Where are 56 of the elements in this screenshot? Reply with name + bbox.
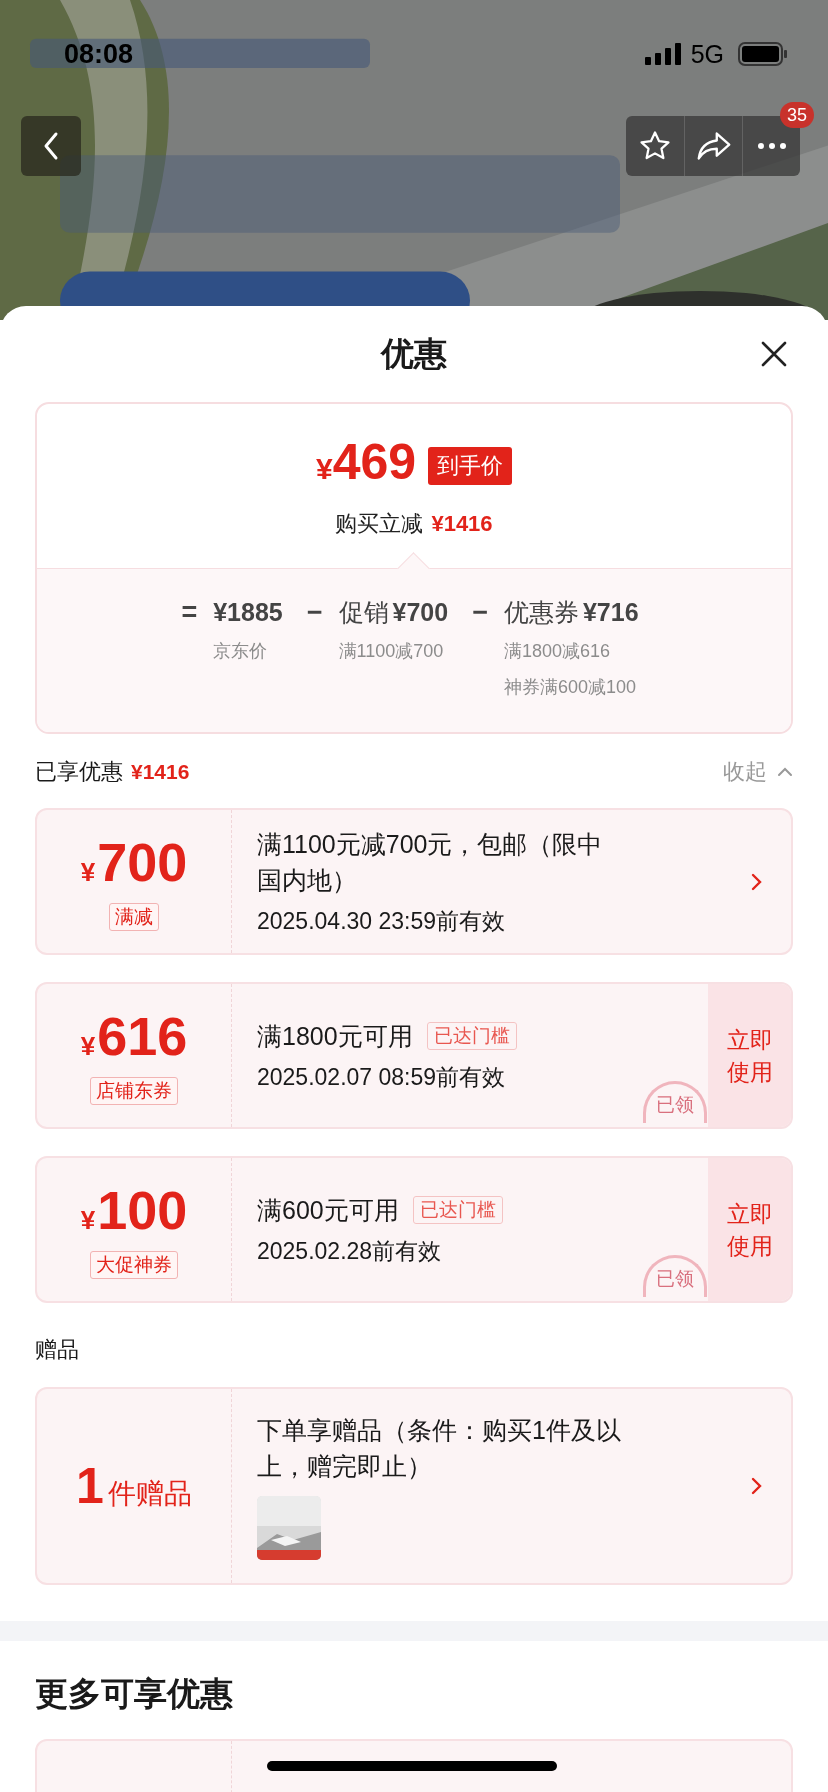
use-now-button[interactable]: 立即使用 (708, 984, 791, 1127)
threshold-tag: 已达门槛 (426, 1021, 517, 1050)
battery-icon (738, 42, 788, 66)
network-label: 5G (690, 39, 724, 69)
saving-label: 购买立减 (335, 510, 424, 538)
coupon-amount: ¥700 (80, 832, 188, 894)
breakdown-amount: ¥716 (582, 597, 639, 628)
breakdown-note: 京东价 (213, 640, 269, 663)
final-price-tag: 到手价 (428, 446, 513, 485)
gift-card[interactable]: 1件赠品 下单享赠品（条件：购买1件及以上，赠完即止） (35, 1387, 793, 1585)
coupon-card[interactable]: ¥700 满减 满1100元减700元，包邮（限中国内地） 2025.04.30 23:59前有效 (35, 808, 793, 955)
coupon-card[interactable]: ¥616 店铺东券 满1800元可用 已达门槛 2025.02.07 08:59前有效 已领 立即使用 (35, 982, 793, 1129)
coupon-amount: ¥100 (80, 1180, 188, 1242)
breakdown-amount: ¥700 (392, 597, 449, 628)
sheet-title: 优惠 (381, 333, 447, 374)
breakdown-amount: ¥1885 (213, 597, 283, 628)
chevron-right-icon (751, 871, 763, 892)
breakdown-note: 满1800减616 (503, 640, 611, 663)
threshold-tag: 已达门槛 (412, 1195, 503, 1224)
close-icon (760, 340, 788, 368)
gift-title: 下单享赠品（条件：购买1件及以上，赠完即止） (257, 1415, 622, 1482)
breakdown-note: 满1100减700 (338, 640, 445, 663)
gift-count: 1件赠品 (76, 1457, 192, 1515)
section-label: 已享优惠 (35, 758, 123, 786)
close-button[interactable] (760, 340, 788, 368)
saving-amount: ¥1416 (431, 511, 493, 537)
use-now-button[interactable]: 立即使用 (708, 1158, 791, 1301)
chevron-up-icon (777, 767, 793, 777)
chevron-right-icon (751, 1476, 763, 1496)
share-icon (695, 130, 732, 162)
coupon-title: 满1800元可用 (257, 1020, 413, 1052)
coupon-type-tag: 大促神券 (90, 1250, 178, 1279)
more-icon (756, 142, 787, 150)
coupon-validity: 2025.02.28前有效 (257, 1236, 443, 1266)
operator-sign: = (181, 596, 198, 629)
section-title: 更多可享优惠 (34, 1673, 234, 1714)
coupon-title: 满600元可用 (257, 1194, 399, 1226)
enjoyed-amount: ¥1416 (131, 760, 190, 784)
coupon-type-tag: 店铺东券 (90, 1076, 178, 1105)
signal-icon (644, 43, 681, 65)
operator-sign: − (472, 596, 488, 629)
coupon-validity: 2025.04.30 23:59前有效 (257, 906, 507, 936)
coupon-card[interactable]: ¥100 大促神券 满600元可用 已达门槛 2025.02.28前有效 已领 立即使用 (35, 1156, 793, 1303)
final-price: ¥469 (315, 434, 417, 492)
breakdown-label: 促销 (338, 597, 389, 628)
operator-sign: − (306, 596, 323, 629)
back-icon (42, 131, 60, 161)
back-button[interactable] (21, 116, 81, 176)
breakdown-label: 优惠券 (503, 597, 579, 628)
coupon-validity: 2025.02.07 08:59前有效 (257, 1062, 507, 1092)
breakdown-note: 神券满600减100 (503, 676, 637, 699)
coupon-amount: ¥616 (80, 1006, 188, 1068)
coupon-title: 满1100元减700元，包邮（限中国内地） (257, 828, 604, 896)
coupon-type-tag: 满减 (109, 902, 159, 931)
section-label: 赠品 (34, 1336, 80, 1364)
status-time: 08:08 (64, 38, 134, 70)
